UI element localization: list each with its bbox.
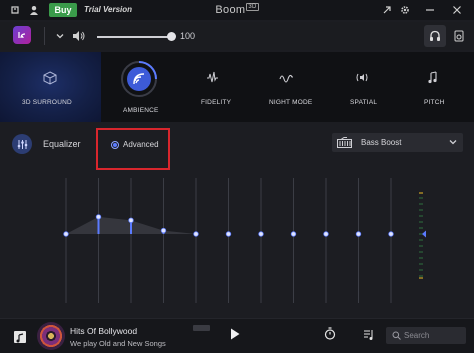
- search-box[interactable]: [386, 327, 466, 344]
- effect-ambience-label: AMBIENCE: [123, 107, 159, 114]
- player-bar: Hits Of Bollywood We play Old and New So…: [0, 318, 474, 353]
- back-icon[interactable]: [8, 3, 22, 17]
- chevron-down-icon: [449, 140, 457, 145]
- album-art[interactable]: [37, 322, 65, 350]
- effect-spatial-label: SPATIAL: [350, 99, 378, 106]
- eq-band-handle-5: [225, 231, 232, 237]
- effect-fidelity[interactable]: FIDELITY: [177, 52, 249, 122]
- fidelity-icon: [207, 71, 218, 83]
- preset-equalizer-icon: [337, 137, 352, 148]
- eq-band-handle-10: [388, 231, 394, 237]
- gain-pointer: [422, 230, 426, 238]
- eq-band-handle-9: [355, 231, 362, 237]
- ambience-icon: [121, 61, 157, 97]
- effect-ambience[interactable]: AMBIENCE: [101, 52, 177, 122]
- eq-band-handle-8: [323, 231, 329, 237]
- user-icon[interactable]: [27, 3, 41, 17]
- speaker-volume-icon[interactable]: [72, 29, 86, 43]
- speaker-output-icon[interactable]: [452, 29, 466, 43]
- headphones-button[interactable]: [424, 25, 446, 47]
- volume-slider-track[interactable]: [97, 36, 170, 38]
- play-icon[interactable]: [230, 328, 240, 340]
- eq-band-handle-4: [193, 231, 199, 237]
- equalizer-title: Equalizer: [43, 139, 81, 149]
- eq-band-handle-3: [160, 227, 167, 234]
- close-icon[interactable]: [450, 3, 464, 17]
- eq-band-handle-1: [95, 214, 102, 220]
- buy-button[interactable]: Buy: [49, 3, 77, 17]
- effect-spatial[interactable]: SPATIAL: [325, 52, 399, 122]
- effect-3d-surround[interactable]: 3D SURROUND: [0, 52, 101, 122]
- effect-pitch-label: PITCH: [424, 99, 445, 106]
- app-badge: 3D: [246, 3, 259, 12]
- effect-pitch[interactable]: PITCH: [399, 52, 474, 122]
- eq-band-handle-6: [258, 231, 264, 237]
- settings-gear-icon[interactable]: [398, 3, 412, 17]
- effect-3d-surround-label: 3D SURROUND: [22, 99, 72, 106]
- headphones-icon: [430, 30, 440, 41]
- volume-slider-handle[interactable]: [167, 32, 176, 41]
- spatial-icon: [356, 73, 368, 82]
- track-subtitle: We play Old and New Songs f: [70, 339, 166, 348]
- equalizer-area: [0, 163, 474, 318]
- effect-night-mode-label: NIGHT MODE: [269, 99, 313, 106]
- track-title: Hits Of Bollywood: [70, 326, 138, 336]
- playlist-queue-icon[interactable]: [363, 329, 374, 341]
- music-library-icon[interactable]: [14, 331, 26, 343]
- preset-label: Bass Boost: [361, 138, 402, 147]
- title-bar: Buy Trial Version Boom 3D: [0, 0, 474, 20]
- effect-fidelity-label: FIDELITY: [201, 99, 232, 106]
- chevron-down-icon[interactable]: [53, 29, 67, 43]
- equalizer-icon: [12, 134, 32, 154]
- app-name: Boom: [215, 4, 246, 16]
- boom-logo-icon: [13, 26, 31, 44]
- eq-band-handle-0: [63, 231, 69, 237]
- radio-badge-icon: [193, 325, 210, 331]
- preset-dropdown[interactable]: Bass Boost: [332, 133, 463, 152]
- share-icon[interactable]: [380, 3, 394, 17]
- sleep-timer-icon[interactable]: [324, 327, 336, 340]
- search-input[interactable]: [404, 329, 462, 342]
- effect-night-mode[interactable]: NIGHT MODE: [249, 52, 325, 122]
- eq-band-handle-2: [128, 217, 134, 224]
- pitch-icon: [428, 71, 437, 84]
- cube-icon: [43, 71, 57, 85]
- effects-row: 3D SURROUND AMBIENCE FIDELITY NIGHT MODE…: [0, 52, 474, 122]
- search-icon: [392, 331, 401, 340]
- minimize-icon[interactable]: [423, 3, 437, 17]
- equalizer-sliders[interactable]: [0, 163, 474, 318]
- divider: [44, 27, 45, 45]
- eq-band-handle-7: [290, 231, 297, 237]
- volume-value: 100: [180, 31, 196, 41]
- volume-bar: 100: [0, 22, 474, 50]
- trial-version-label: Trial Version: [84, 5, 133, 14]
- night-mode-icon: [279, 74, 293, 83]
